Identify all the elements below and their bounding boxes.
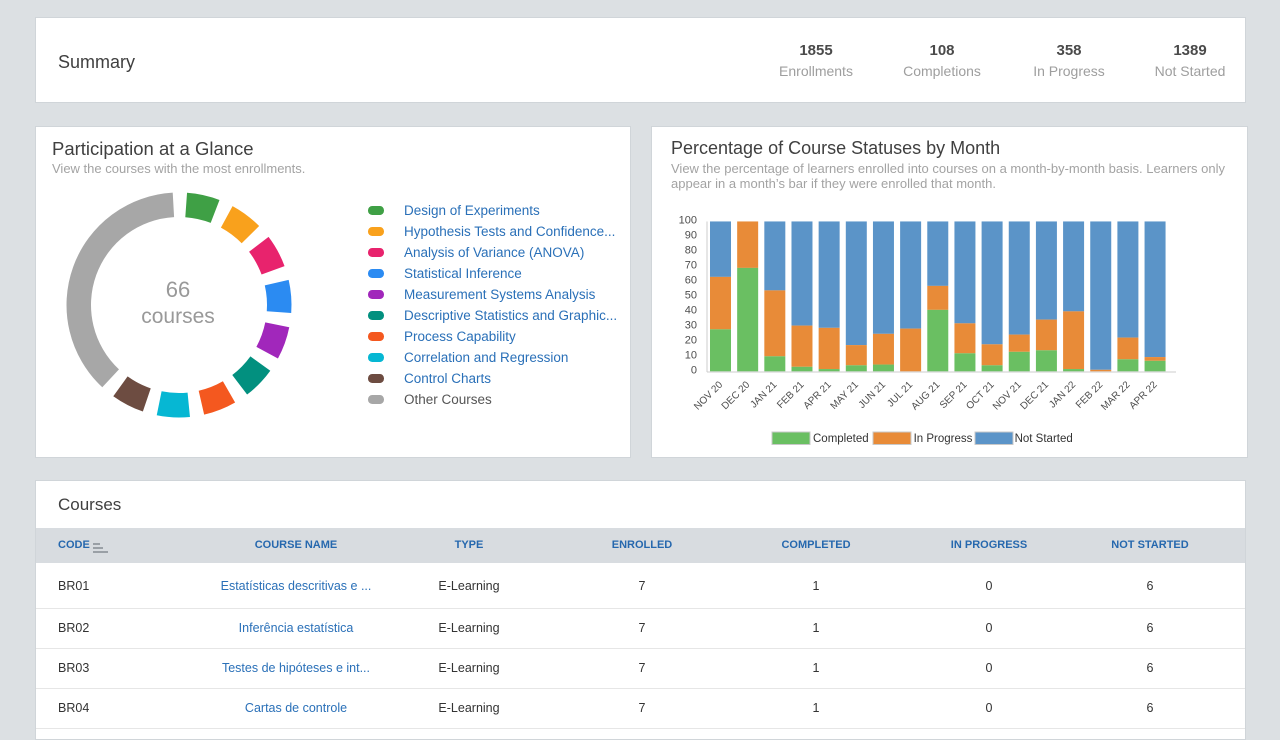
svg-text:DEC 21: DEC 21 (1019, 379, 1052, 412)
svg-text:100: 100 (679, 214, 697, 226)
svg-text:JAN 22: JAN 22 (1047, 379, 1078, 410)
svg-text:SEP 21: SEP 21 (938, 379, 970, 411)
svg-text:70: 70 (685, 259, 697, 271)
svg-text:MAY 21: MAY 21 (829, 379, 862, 412)
svg-text:80: 80 (685, 244, 697, 256)
svg-text:In Progress: In Progress (914, 433, 973, 445)
svg-text:FEB 21: FEB 21 (775, 379, 807, 411)
svg-text:JAN 21: JAN 21 (748, 379, 779, 410)
svg-text:NOV 21: NOV 21 (991, 379, 1024, 412)
svg-text:20: 20 (685, 334, 697, 346)
svg-text:Not Started: Not Started (1015, 433, 1073, 445)
svg-text:50: 50 (685, 289, 697, 301)
svg-text:AUG 21: AUG 21 (909, 379, 942, 412)
svg-text:Completed: Completed (813, 433, 869, 445)
svg-text:APR 22: APR 22 (1128, 379, 1160, 411)
svg-text:10: 10 (685, 349, 697, 361)
svg-text:0: 0 (691, 364, 697, 376)
svg-text:40: 40 (685, 304, 697, 316)
svg-text:APR 21: APR 21 (802, 379, 834, 411)
svg-text:JUN 21: JUN 21 (857, 379, 889, 411)
svg-text:60: 60 (685, 274, 697, 286)
svg-text:NOV 20: NOV 20 (692, 379, 725, 412)
svg-text:DEC 20: DEC 20 (720, 379, 753, 412)
svg-text:MAR 22: MAR 22 (1099, 379, 1133, 413)
svg-text:90: 90 (685, 229, 697, 241)
svg-text:30: 30 (685, 319, 697, 331)
